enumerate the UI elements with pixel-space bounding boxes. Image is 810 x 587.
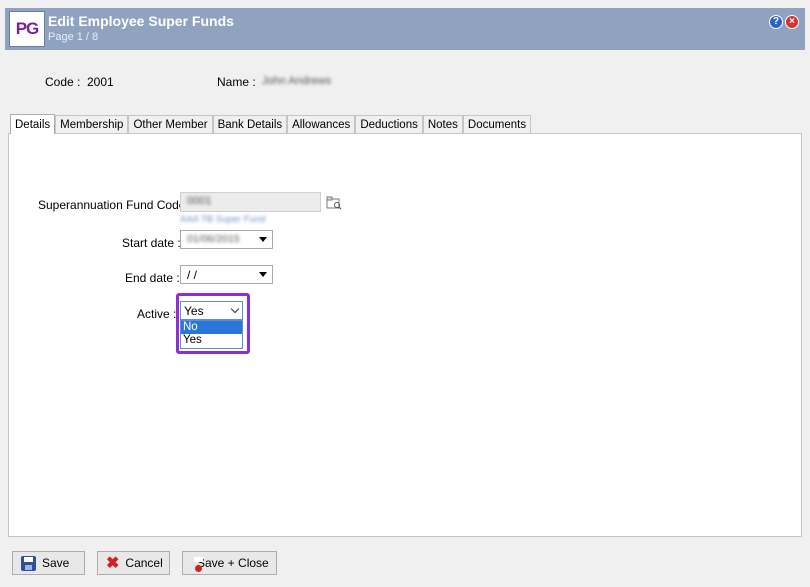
end-date-picker[interactable]: / / [180, 265, 273, 284]
chevron-down-icon[interactable] [259, 272, 267, 277]
help-icon[interactable]: ? [769, 15, 783, 29]
tab-allowances[interactable]: Allowances [287, 115, 356, 134]
tab-membership[interactable]: Membership [55, 115, 129, 134]
chevron-down-icon[interactable] [230, 304, 240, 314]
end-date-value: / / [187, 268, 198, 282]
fund-code-label: Superannuation Fund Code : [38, 198, 193, 212]
tab-deductions[interactable]: Deductions [355, 115, 423, 134]
save-close-button[interactable]: Save + Close [182, 551, 277, 575]
active-selected-value: Yes [184, 304, 204, 318]
option-no[interactable]: No [181, 321, 242, 334]
save-button-label: Save [42, 556, 70, 570]
start-date-label: Start date : [122, 236, 181, 250]
tab-details[interactable]: Details [10, 114, 56, 134]
cancel-icon: ✖ [106, 554, 120, 572]
start-date-value: 01/06/2015 [187, 233, 240, 245]
name-value: John Andrews [262, 75, 332, 87]
save-icon [21, 555, 36, 571]
tab-documents[interactable]: Documents [462, 115, 532, 134]
tab-other-member[interactable]: Other Member [128, 115, 213, 134]
active-options-list: No Yes [180, 320, 243, 349]
tab-bank-details[interactable]: Bank Details [212, 115, 288, 134]
code-label: Code : [45, 75, 81, 89]
app-logo: PG [9, 11, 45, 47]
save-button[interactable]: Save [12, 551, 85, 575]
tab-strip: Details Membership Other Member Bank Det… [10, 114, 532, 134]
active-label: Active : [137, 307, 177, 321]
fund-name-text: AAA TB Super Fund [180, 214, 266, 225]
cancel-button-label: Cancel [125, 556, 163, 570]
end-date-label: End date : [125, 271, 180, 285]
close-icon[interactable]: × [785, 15, 799, 29]
start-date-picker[interactable]: 01/06/2015 [180, 230, 273, 249]
page-indicator: Page 1 / 8 [48, 31, 99, 43]
fund-code-input[interactable]: 0001 [180, 192, 321, 212]
name-label: Name : [217, 75, 256, 89]
fund-code-value: 0001 [187, 195, 212, 207]
option-yes[interactable]: Yes [181, 334, 242, 347]
active-select[interactable]: Yes [180, 301, 243, 320]
save-close-button-label: Save + Close [197, 556, 269, 570]
tab-notes[interactable]: Notes [422, 115, 463, 134]
cancel-button[interactable]: ✖ Cancel [97, 551, 170, 575]
details-panel [8, 133, 802, 537]
code-value: 2001 [87, 75, 114, 89]
chevron-down-icon[interactable] [259, 237, 267, 242]
title-bar: PG Edit Employee Super Funds Page 1 / 8 … [5, 8, 805, 50]
lookup-icon[interactable] [326, 196, 342, 210]
window-title: Edit Employee Super Funds [48, 13, 234, 29]
